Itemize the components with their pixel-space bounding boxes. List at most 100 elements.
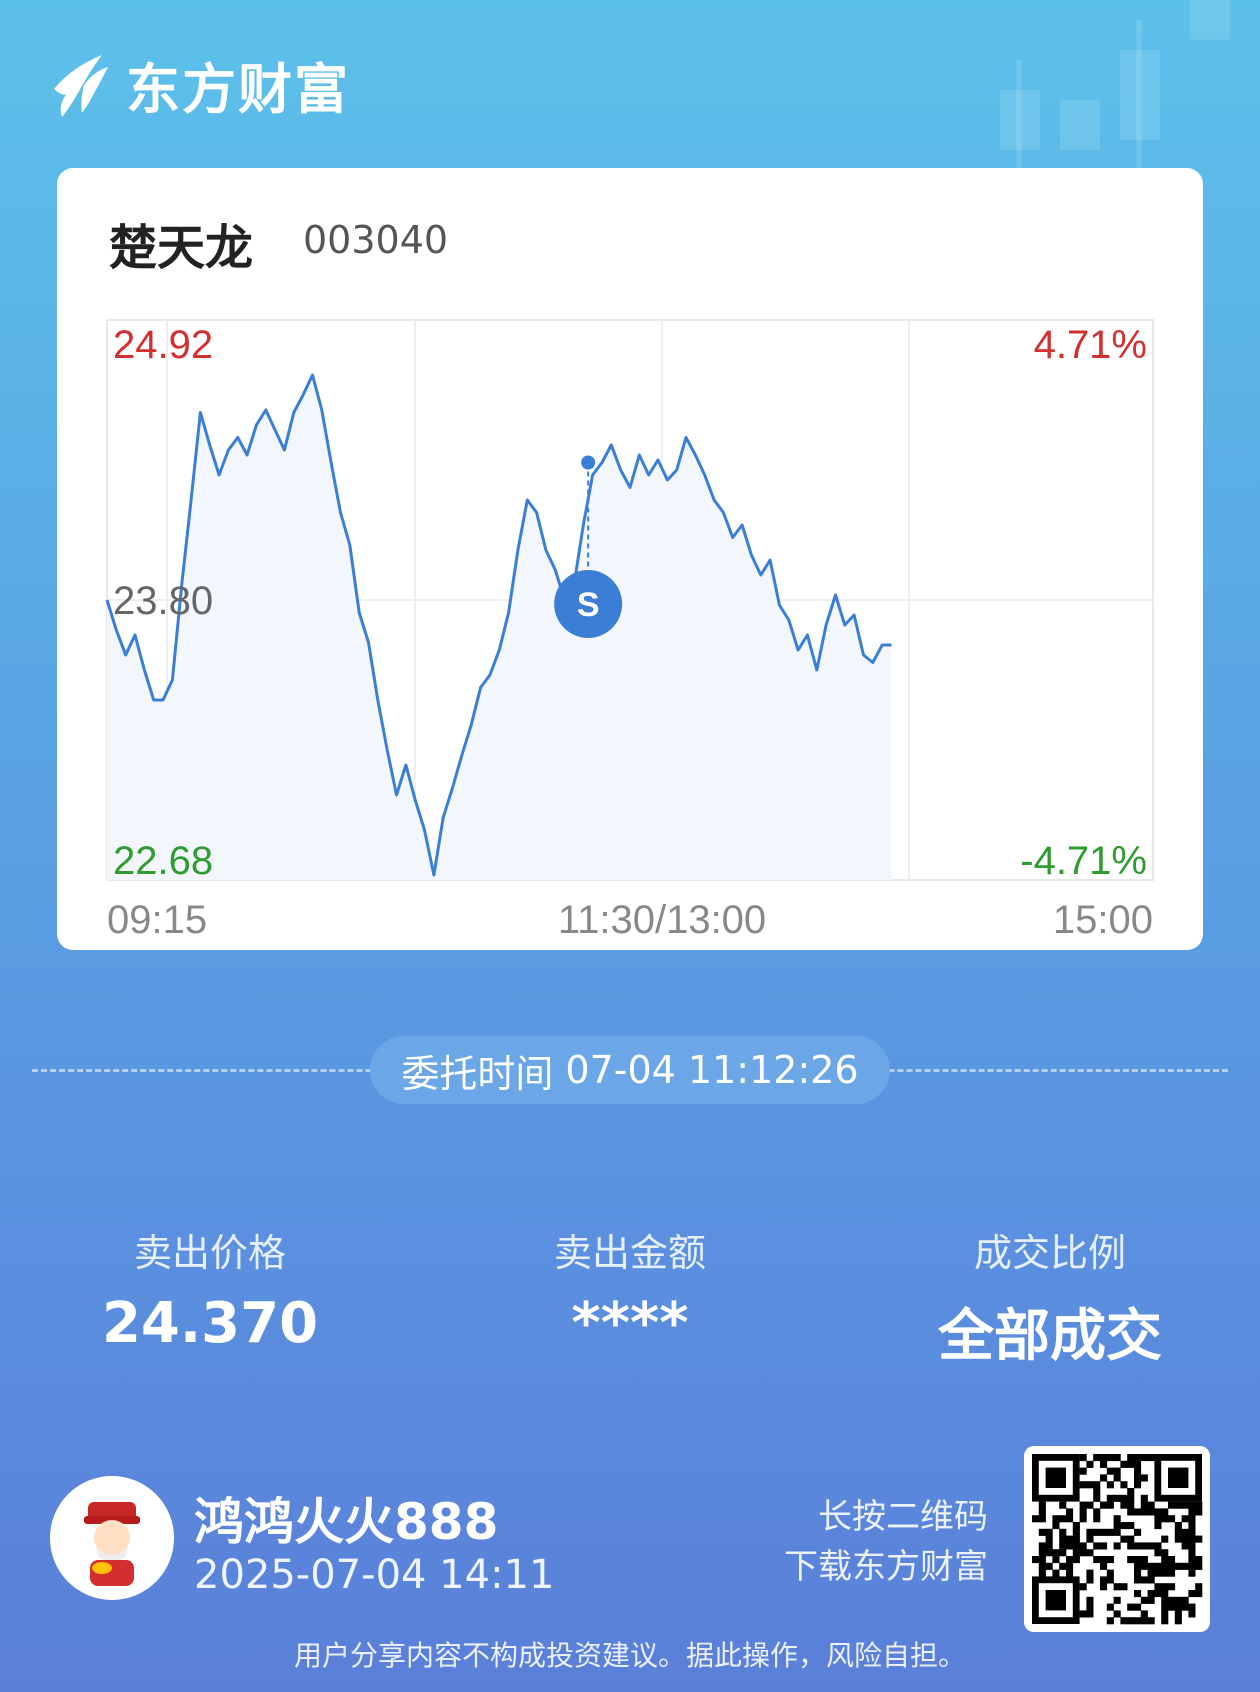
qr-module <box>1079 1610 1087 1618</box>
qr-module <box>1052 1549 1060 1557</box>
disclaimer: 用户分享内容不构成投资建议。据此操作，风险自担。 <box>293 1639 966 1672</box>
qr-module <box>1140 1596 1148 1604</box>
qr-module <box>1079 1481 1087 1489</box>
qr-module <box>1174 1535 1182 1543</box>
qr-module <box>1059 1535 1067 1543</box>
qr-module <box>1154 1562 1162 1570</box>
qr-module <box>1174 1522 1182 1530</box>
qr-module <box>1052 1515 1060 1523</box>
qr-module <box>1059 1501 1067 1509</box>
qr-module <box>1106 1576 1114 1584</box>
stat-value: 24.370 <box>101 1291 319 1356</box>
qr-module <box>1052 1522 1060 1530</box>
qr-module <box>1093 1556 1101 1564</box>
avatar-icon <box>50 1476 174 1600</box>
qr-module <box>1134 1542 1142 1550</box>
qr-module <box>1113 1583 1121 1591</box>
qr-module <box>1113 1494 1121 1502</box>
qr-module <box>1195 1590 1203 1598</box>
brand-name: 东方财富 <box>126 58 350 121</box>
qr-module <box>1072 1542 1080 1550</box>
qr-module <box>1066 1515 1074 1523</box>
qr-module <box>1113 1474 1121 1482</box>
y-axis-top-label: 24.92 <box>113 323 213 367</box>
qr-module <box>1066 1562 1074 1570</box>
qr-module <box>1093 1508 1101 1516</box>
stock-chart-card: 楚天龙 003040 S 24.92 23.80 22.68 4.71% -4.… <box>57 168 1203 950</box>
qr-module <box>1181 1535 1189 1543</box>
qr-module <box>1079 1508 1087 1516</box>
qr-module <box>1134 1528 1142 1536</box>
qr-module <box>1174 1528 1182 1536</box>
qr-module <box>1127 1556 1135 1564</box>
qr-module <box>1127 1460 1135 1468</box>
qr-module <box>1106 1617 1114 1625</box>
qr-module <box>1188 1522 1196 1530</box>
qr-module <box>1174 1603 1182 1611</box>
trade-marker-dot <box>581 455 596 470</box>
qr-module <box>1174 1617 1182 1625</box>
qr-module <box>1113 1610 1121 1618</box>
qr-module <box>1086 1603 1094 1611</box>
qr-module <box>1147 1501 1155 1509</box>
qr-module <box>1195 1535 1203 1543</box>
qr-module <box>1161 1515 1169 1523</box>
share-timestamp: 2025-07-04 14:11 <box>194 1552 555 1598</box>
qr-module <box>1168 1603 1176 1611</box>
qr-module <box>1079 1542 1087 1550</box>
qr-module <box>1195 1556 1203 1564</box>
qr-module <box>1066 1556 1074 1564</box>
qr-module <box>1100 1583 1108 1591</box>
intraday-chart: S 24.92 23.80 22.68 4.71% -4.71% 09:15 1… <box>105 319 1154 942</box>
qr-module <box>1086 1569 1094 1577</box>
qr-module <box>1059 1528 1067 1536</box>
qr-finder <box>1168 1467 1189 1488</box>
qr-module <box>1072 1556 1080 1564</box>
qr-module <box>1140 1501 1148 1509</box>
qr-module <box>1093 1542 1101 1550</box>
qr-module <box>1032 1515 1040 1523</box>
qr-module <box>1161 1596 1169 1604</box>
qr-module <box>1134 1508 1142 1516</box>
qr-module <box>1079 1549 1087 1557</box>
order-time-value: 07-04 11:12:26 <box>565 1048 859 1092</box>
qr-module <box>1106 1603 1114 1611</box>
qr-module <box>1154 1590 1162 1598</box>
qr-module <box>1106 1467 1114 1475</box>
avatar[interactable] <box>50 1476 174 1600</box>
qr-module <box>1120 1583 1128 1591</box>
qr-module <box>1140 1562 1148 1570</box>
qr-module <box>1106 1494 1114 1502</box>
qr-hint-line1: 长按二维码 <box>818 1497 988 1537</box>
stat-value: **** <box>571 1291 689 1356</box>
x-axis-label-close: 15:00 <box>1053 898 1153 942</box>
qr-module <box>1134 1617 1142 1625</box>
qr-module <box>1052 1569 1060 1577</box>
y-axis-bottom-label: 22.68 <box>113 839 213 883</box>
qr-module <box>1093 1515 1101 1523</box>
qr-module <box>1154 1549 1162 1557</box>
qr-module <box>1154 1542 1162 1550</box>
qr-module <box>1100 1474 1108 1482</box>
stat-label: 成交比例 <box>973 1231 1126 1275</box>
qr-module <box>1038 1562 1046 1570</box>
qr-module <box>1113 1467 1121 1475</box>
qr-module <box>1161 1508 1169 1516</box>
qr-module <box>1113 1596 1121 1604</box>
qr-module <box>1147 1590 1155 1598</box>
qr-module <box>1127 1508 1135 1516</box>
qr-module <box>1113 1522 1121 1530</box>
qr-module <box>1147 1617 1155 1625</box>
stat-label: 卖出价格 <box>133 1231 286 1275</box>
qr-module <box>1134 1603 1142 1611</box>
qr-module <box>1154 1583 1162 1591</box>
qr-module <box>1106 1528 1114 1536</box>
qr-module <box>1100 1542 1108 1550</box>
qr-module <box>1059 1549 1067 1557</box>
qr-module <box>1140 1508 1148 1516</box>
qr-module <box>1154 1522 1162 1530</box>
qr-module <box>1140 1556 1148 1564</box>
qr-code[interactable] <box>1024 1446 1210 1632</box>
qr-module <box>1113 1515 1121 1523</box>
qr-module <box>1086 1460 1094 1468</box>
